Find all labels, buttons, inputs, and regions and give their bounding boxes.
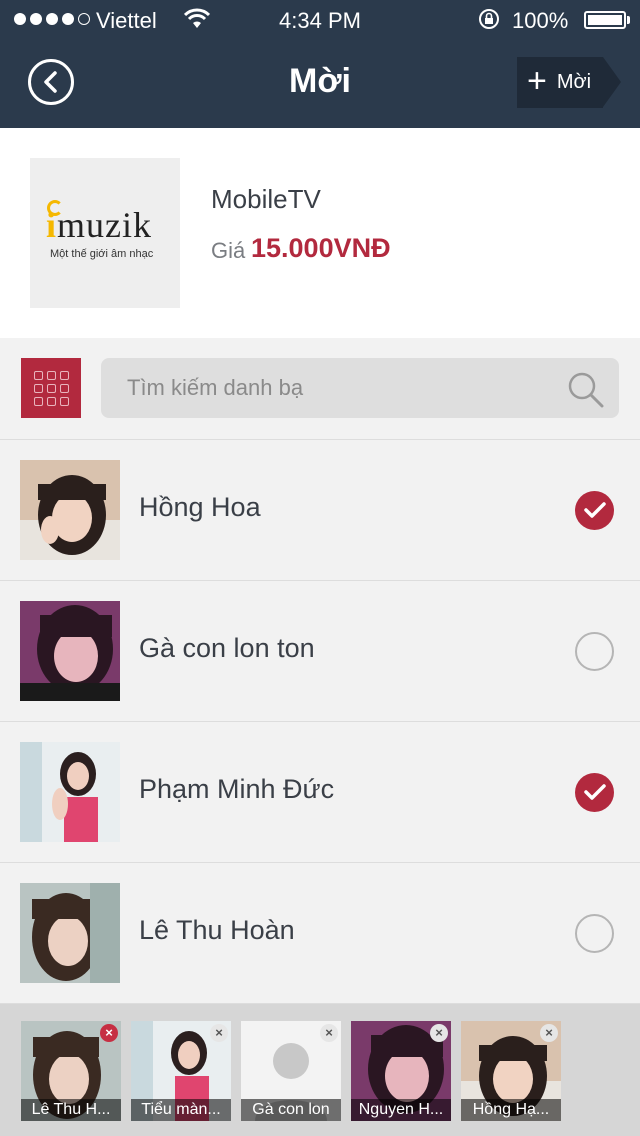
contact-list: Hồng Hoa Gà con lon ton Phạm Minh Đức Lê… bbox=[0, 440, 640, 1004]
chip-label: Hồng Hạ... bbox=[461, 1099, 561, 1121]
search-box bbox=[101, 358, 619, 418]
battery-icon bbox=[584, 11, 626, 29]
product-name: MobileTV bbox=[211, 184, 321, 214]
contact-name: Phạm Minh Đức bbox=[139, 774, 335, 804]
battery-tip bbox=[627, 16, 630, 24]
selected-chip[interactable]: × Tiểu màn... bbox=[131, 1021, 231, 1121]
checkbox-checked-icon[interactable] bbox=[575, 773, 614, 812]
chip-label: Lê Thu H... bbox=[21, 1099, 121, 1121]
nav-bar: Mời + Mời bbox=[0, 40, 640, 128]
checkbox-unchecked-icon[interactable] bbox=[575, 914, 614, 953]
selected-contacts-strip: × Lê Thu H... × Tiểu màn... × Gà con lon bbox=[0, 1004, 640, 1136]
logo-tagline: Một thế giới âm nhạc bbox=[50, 248, 154, 260]
status-bar: Viettel 4:34 PM 100% bbox=[0, 0, 640, 40]
rotation-lock-icon bbox=[478, 8, 500, 36]
avatar bbox=[20, 601, 120, 701]
avatar bbox=[20, 883, 120, 983]
remove-icon[interactable]: × bbox=[540, 1024, 558, 1042]
avatar bbox=[20, 742, 120, 842]
contact-name: Gà con lon ton bbox=[139, 633, 315, 663]
logo-wordmark: imuzik bbox=[46, 205, 152, 245]
remove-icon[interactable]: × bbox=[100, 1024, 118, 1042]
invite-button[interactable]: + Mời bbox=[517, 57, 621, 108]
remove-icon[interactable]: × bbox=[430, 1024, 448, 1042]
remove-icon[interactable]: × bbox=[320, 1024, 338, 1042]
product-price: 15.000VNĐ bbox=[251, 233, 391, 263]
checkbox-checked-icon[interactable] bbox=[575, 491, 614, 530]
arrow-shape bbox=[603, 57, 621, 107]
list-item[interactable]: Hồng Hoa bbox=[0, 440, 640, 581]
search-area bbox=[0, 338, 640, 440]
product-card: imuzik Một thế giới âm nhạc MobileTV Giá… bbox=[0, 128, 640, 338]
avatar bbox=[20, 460, 120, 560]
checkbox-unchecked-icon[interactable] bbox=[575, 632, 614, 671]
price-label: Giá bbox=[211, 238, 246, 263]
remove-icon[interactable]: × bbox=[210, 1024, 228, 1042]
list-item[interactable]: Lê Thu Hoàn bbox=[0, 863, 640, 1004]
chip-label: Gà con lon bbox=[241, 1099, 341, 1121]
chip-label: Nguyen H... bbox=[351, 1099, 451, 1121]
search-icon[interactable] bbox=[567, 371, 605, 414]
contact-name: Lê Thu Hoàn bbox=[139, 915, 295, 945]
chip-label: Tiểu màn... bbox=[131, 1099, 231, 1121]
selected-chip[interactable]: × Gà con lon bbox=[241, 1021, 341, 1121]
list-item[interactable]: Gà con lon ton bbox=[0, 581, 640, 722]
contact-name: Hồng Hoa bbox=[139, 492, 261, 522]
battery-percent: 100% bbox=[512, 8, 569, 33]
plus-icon: + bbox=[527, 62, 547, 100]
selected-chip[interactable]: × Lê Thu H... bbox=[21, 1021, 121, 1121]
product-logo: imuzik Một thế giới âm nhạc bbox=[30, 158, 180, 308]
invite-button-label: Mời bbox=[556, 71, 592, 93]
list-item[interactable]: Phạm Minh Đức bbox=[0, 722, 640, 863]
grid-view-button[interactable] bbox=[21, 358, 81, 418]
search-input[interactable] bbox=[127, 358, 557, 418]
selected-chip[interactable]: × Nguyen H... bbox=[351, 1021, 451, 1121]
selected-chip[interactable]: × Hồng Hạ... bbox=[461, 1021, 561, 1121]
